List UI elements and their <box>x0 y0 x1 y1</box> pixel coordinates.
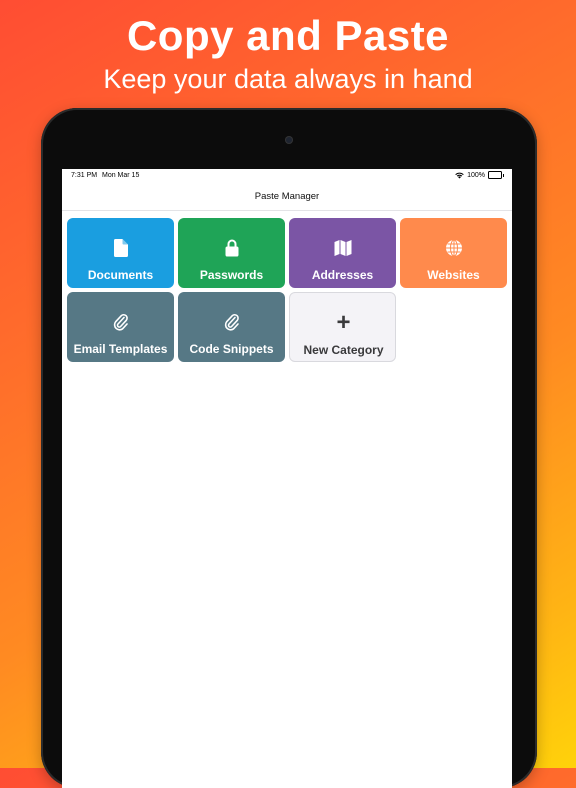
category-label: Websites <box>427 268 480 282</box>
category-tile-email-templates[interactable]: Email Templates <box>67 292 174 362</box>
app-screen: 7:31 PM Mon Mar 15 100% Paste Manager Do… <box>62 169 512 788</box>
camera-icon <box>285 136 293 144</box>
category-tile-websites[interactable]: Websites <box>400 218 507 288</box>
battery-percent: 100% <box>467 171 485 179</box>
map-icon <box>289 239 396 257</box>
status-date: Mon Mar 15 <box>102 172 140 179</box>
category-tile-code-snippets[interactable]: Code Snippets <box>178 292 285 362</box>
battery-icon <box>488 171 504 179</box>
status-time: 7:31 PM <box>71 172 98 179</box>
category-tile-documents[interactable]: Documents <box>67 218 174 288</box>
new-category-button[interactable]: + New Category <box>289 292 396 362</box>
wifi-icon <box>455 172 464 178</box>
nav-title: Paste Manager <box>254 191 320 202</box>
globe-icon <box>400 239 507 257</box>
status-indicators: 100% <box>455 171 504 179</box>
new-category-label: New Category <box>303 343 384 357</box>
category-label: Documents <box>87 268 154 282</box>
status-bar: 7:31 PM Mon Mar 15 100% <box>62 169 512 183</box>
navigation-bar: Paste Manager <box>62 183 512 211</box>
document-icon <box>67 239 174 257</box>
category-label: Passwords <box>199 268 264 282</box>
category-label: Email Templates <box>73 342 168 356</box>
lock-icon <box>178 239 285 257</box>
category-tile-passwords[interactable]: Passwords <box>178 218 285 288</box>
plus-icon: + <box>336 309 351 336</box>
paperclip-icon <box>178 313 285 331</box>
category-label: Addresses <box>311 268 374 282</box>
headline: Copy and Paste <box>126 12 450 59</box>
paperclip-icon <box>67 313 174 331</box>
category-tile-addresses[interactable]: Addresses <box>289 218 396 288</box>
ipad-frame: 7:31 PM Mon Mar 15 100% Paste Manager Do… <box>41 108 537 788</box>
subline: Keep your data always in hand <box>103 64 473 94</box>
category-label: Code Snippets <box>189 342 274 356</box>
